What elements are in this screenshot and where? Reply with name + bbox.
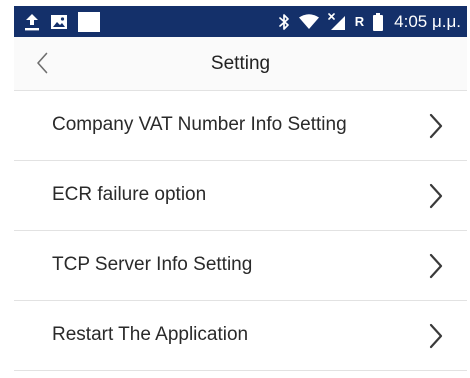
bluetooth-icon <box>278 13 289 30</box>
app-screen: R 4:05 μ.μ. Setting Company VAT Number I… <box>14 6 467 372</box>
no-signal-icon <box>327 12 345 30</box>
blank-notification-icon <box>78 11 100 32</box>
menu-item-tcp-server-info[interactable]: TCP Server Info Setting <box>14 231 467 301</box>
battery-icon <box>373 12 384 31</box>
menu-item-restart-application[interactable]: Restart The Application <box>14 301 467 371</box>
page-title: Setting <box>210 53 271 74</box>
status-bar-left <box>24 6 100 37</box>
chevron-right-icon <box>429 253 443 279</box>
chevron-right-icon <box>429 113 443 139</box>
upload-icon <box>25 13 39 30</box>
chevron-right-icon <box>429 183 443 209</box>
status-time: 4:05 μ.μ. <box>394 12 461 31</box>
settings-list: Company VAT Number Info Setting ECR fail… <box>14 91 467 371</box>
menu-item-label: TCP Server Info Setting <box>52 254 253 275</box>
menu-item-company-vat-info[interactable]: Company VAT Number Info Setting <box>14 91 467 161</box>
image-icon <box>51 14 67 29</box>
wifi-icon <box>298 14 319 29</box>
roaming-indicator: R <box>354 14 365 29</box>
menu-item-ecr-failure-option[interactable]: ECR failure option <box>14 161 467 231</box>
status-bar-right: R 4:05 μ.μ. <box>278 6 461 37</box>
status-bar: R 4:05 μ.μ. <box>14 6 467 37</box>
app-bar: Setting <box>14 37 467 91</box>
menu-item-label: Restart The Application <box>52 324 249 345</box>
menu-item-label: ECR failure option <box>52 184 207 205</box>
menu-item-label: Company VAT Number Info Setting <box>52 114 347 135</box>
chevron-right-icon <box>429 323 443 349</box>
